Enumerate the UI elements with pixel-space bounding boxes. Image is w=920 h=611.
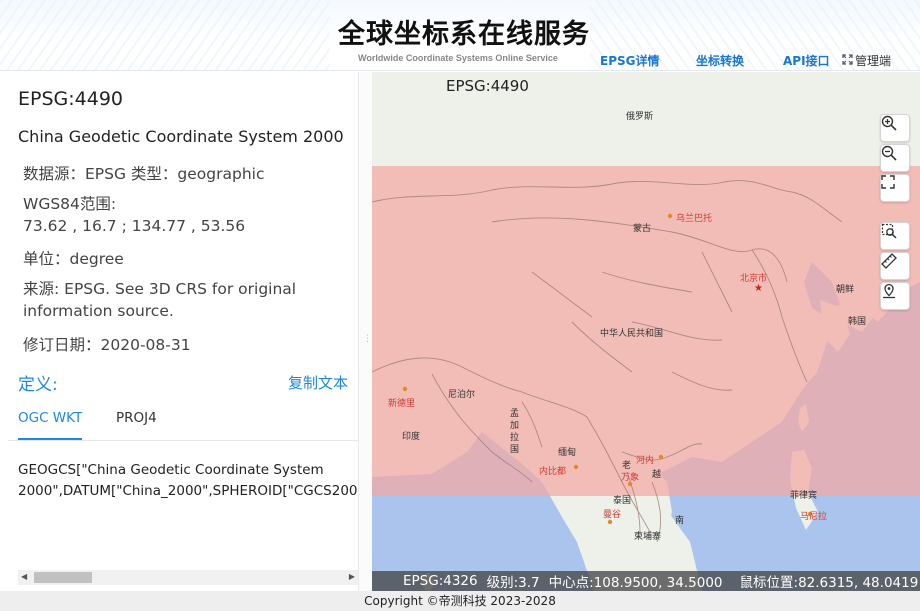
status-crs: EPSG:4326: [403, 573, 478, 589]
map-crs-title: EPSG:4490: [446, 77, 529, 95]
map-label-nepal: 尼泊尔: [448, 390, 476, 400]
map-label-hanoi: 河内: [636, 456, 655, 466]
map-label-manila: 马尼拉: [800, 512, 828, 522]
crs-origin-line1: 来源: EPSG. See 3D CRS for original: [23, 280, 297, 298]
wkt-line-2: 2000",DATUM["China_2000",SPHEROID["CGCS2…: [18, 483, 358, 499]
identify-button[interactable]: [880, 222, 910, 250]
scroll-right-icon[interactable]: ▶: [349, 572, 355, 581]
measure-button[interactable]: [880, 252, 910, 280]
svg-text:★: ★: [754, 283, 763, 294]
definition-title: 定义:: [18, 375, 58, 395]
map-label-mongolia: 蒙古: [633, 224, 652, 234]
map-label-new-delhi: 新德里: [388, 399, 416, 409]
crs-revision-date: 修订日期：2020-08-31: [23, 336, 191, 354]
panel-resize-divider[interactable]: ⋮⋮: [358, 72, 381, 591]
map-label-vietnam: 越: [652, 470, 662, 480]
crs-name: China Geodetic Coordinate System 2000: [18, 127, 344, 146]
map-label-bangkok: 曼谷: [603, 510, 622, 520]
wkt-text: GEOGCS["China Geodetic Coordinate System…: [18, 460, 358, 502]
nav-api[interactable]: API接口: [783, 52, 830, 69]
nav-admin-label: 管理端: [855, 54, 892, 68]
tab-proj4[interactable]: PROJ4: [116, 410, 157, 438]
map-label-cambodia: 柬埔寨: [634, 532, 662, 542]
map-label-south-korea: 韩国: [848, 317, 867, 327]
expand-icon: [842, 53, 853, 68]
crs-unit: 单位：degree: [23, 250, 124, 268]
crs-detail-panel: EPSG:4490 China Geodetic Coordinate Syst…: [8, 72, 358, 591]
crs-origin-line2: information source.: [23, 302, 174, 320]
site-subtitle: Worldwide Coordinate Systems Online Serv…: [358, 53, 558, 63]
map-label-philippines: 菲律宾: [790, 491, 818, 501]
scroll-left-icon[interactable]: ◀: [21, 572, 27, 581]
map-label-myanmar: 缅甸: [558, 448, 577, 458]
status-center: 中心点:108.9500, 34.5000: [548, 575, 723, 591]
map-label-south: 南: [675, 516, 685, 526]
nav-admin[interactable]: 管理端: [842, 52, 891, 69]
header-pattern-left: [0, 0, 330, 70]
map-label-russia: 俄罗斯: [626, 112, 654, 122]
crs-code: EPSG:4490: [18, 88, 124, 110]
horizontal-scrollbar[interactable]: ◀ ▶: [18, 570, 358, 585]
map-label-bangladesh: 孟加拉国: [510, 409, 520, 455]
tab-divider: [8, 440, 358, 441]
map-label-india: 印度: [402, 432, 421, 442]
status-zoom-level: 级别:3.7: [486, 575, 540, 591]
wkt-line-1: GEOGCS["China Geodetic Coordinate System: [18, 462, 324, 478]
copy-text-button[interactable]: 复制文本: [288, 372, 348, 393]
map-label-vientiane: 万象: [621, 473, 640, 483]
crs-wgs84-range: 73.62 , 16.7 ; 134.77 , 53.56: [23, 217, 246, 235]
map-label-ulaanbaatar: 乌兰巴托: [676, 214, 713, 224]
fullscreen-button[interactable]: [880, 174, 910, 202]
page-footer: Copyright ©帝测科技 2023-2028: [0, 591, 920, 611]
map-label-north-korea: 朝鲜: [836, 285, 855, 295]
map-label-naypyidaw: 内比都: [539, 467, 567, 477]
locate-button[interactable]: [880, 282, 910, 310]
map-view[interactable]: ★ EPSG:4490 俄罗斯 蒙古 乌兰巴托 北京市 朝鲜 韩国 中华人民共和…: [372, 72, 920, 591]
zoom-in-button[interactable]: [880, 114, 910, 142]
zoom-out-button[interactable]: [880, 144, 910, 172]
nav-epsg-details[interactable]: EPSG详情: [600, 52, 660, 70]
site-header: 全球坐标系在线服务 Worldwide Coordinate Systems O…: [0, 0, 920, 71]
app-root: 全球坐标系在线服务 Worldwide Coordinate Systems O…: [0, 0, 920, 611]
scrollbar-thumb[interactable]: [34, 572, 92, 583]
crs-source-type: 数据源：EPSG 类型：geographic: [23, 165, 265, 183]
map-status-bar: EPSG:4326 级别:3.7 中心点:108.9500, 34.5000 鼠…: [372, 571, 920, 591]
map-label-beijing: 北京市: [740, 274, 768, 284]
nav-coordinate-transform[interactable]: 坐标转换: [696, 52, 744, 69]
map-label-thailand: 泰国: [613, 496, 632, 506]
status-mouse-position: 鼠标位置:82.6315, 48.0419: [739, 575, 919, 591]
site-title: 全球坐标系在线服务: [338, 19, 590, 50]
tab-ogc-wkt[interactable]: OGC WKT: [18, 410, 83, 440]
map-label-china: 中华人民共和国: [600, 329, 664, 339]
crs-wgs84-label: WGS84范围:: [23, 195, 117, 213]
